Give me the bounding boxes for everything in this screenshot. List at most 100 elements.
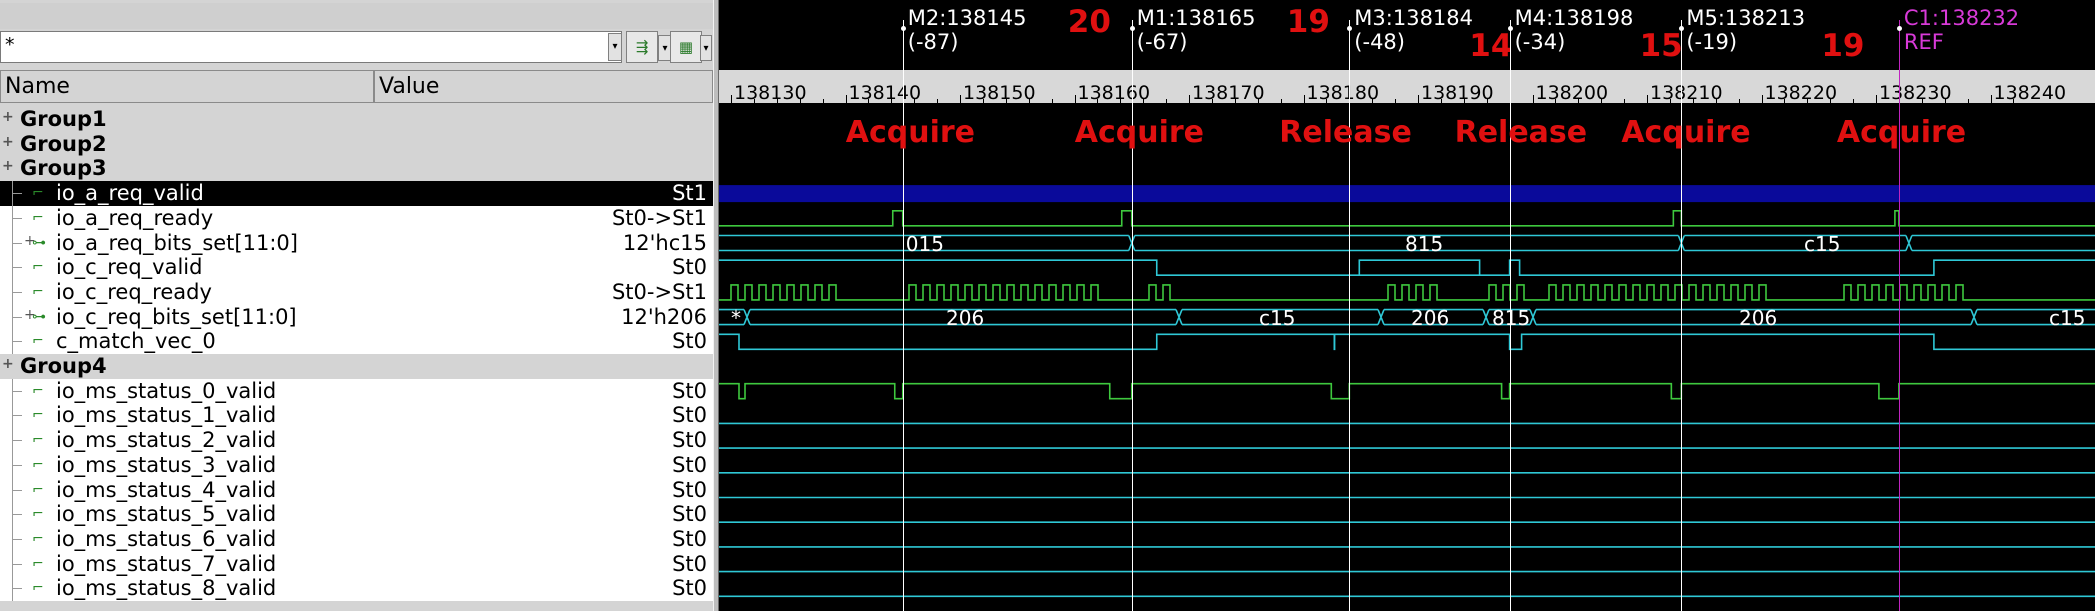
signal-value: St0 [672, 403, 707, 428]
tree-connector-icon: ⌐ [2, 452, 52, 478]
marker-handle-icon[interactable] [1507, 26, 1513, 31]
signal-row[interactable]: ⌐ io_c_req_ready St0->St1 [0, 279, 713, 305]
signal-row[interactable]: + ⊶ io_c_req_bits_set[11:0] 12'h206 [0, 304, 713, 330]
signal-name: io_ms_status_1_valid [56, 403, 277, 428]
bus-value-label: 815 [1492, 305, 1531, 330]
signal-value: St0 [672, 551, 707, 576]
signal-row[interactable]: ⌐ io_c_req_valid St0 [0, 255, 713, 281]
marker-handle-icon[interactable] [1896, 26, 1902, 31]
tree-dropdown-icon[interactable]: ▾ [700, 35, 712, 61]
wire-signal-icon: ⌐ [32, 185, 44, 202]
marker-label: M5:138213 (-19) [1686, 6, 1805, 54]
signal-row[interactable]: ⌐ io_ms_status_2_valid St0 [0, 428, 713, 454]
bus-value-label: 206 [1411, 305, 1450, 330]
transaction-annotation: Release [1454, 115, 1588, 150]
signal-row[interactable]: ⌐ io_a_req_ready St0->St1 [0, 205, 713, 231]
signal-value: St0 [672, 526, 707, 551]
group-row[interactable]: + Group1 [0, 107, 713, 132]
tree-connector-icon: ⌐ [2, 378, 52, 404]
tree-connector-icon: ⌐ [2, 428, 52, 454]
bus-value-label: c15 [1259, 305, 1296, 330]
signal-value: St1 [672, 181, 707, 206]
signal-row[interactable]: ⌐ io_a_req_valid St1 [0, 181, 713, 207]
signal-name: io_c_req_bits_set[11:0] [56, 304, 297, 329]
marker-count: 14 [1469, 28, 1513, 64]
marker-label: M2:138145 (-87) [908, 6, 1027, 54]
wire-signal-icon: ⌐ [32, 432, 44, 449]
signal-row[interactable]: ⌐ io_ms_status_6_valid St0 [0, 526, 713, 552]
marker-count: 19 [1821, 28, 1865, 64]
signal-name: io_a_req_ready [56, 205, 214, 230]
marker-count: 15 [1639, 28, 1683, 64]
transaction-annotation: Release [1279, 115, 1412, 150]
signal-value: St0 [672, 502, 707, 527]
value-column-header[interactable]: Value [374, 70, 713, 103]
marker-line[interactable] [1349, 20, 1351, 611]
cursor-line[interactable] [1898, 20, 1900, 611]
group-row[interactable]: + Group3 [0, 156, 713, 182]
name-column-header[interactable]: Name [0, 70, 374, 103]
expand-icon[interactable]: + [2, 135, 14, 149]
signal-name: io_c_req_ready [56, 279, 212, 304]
transaction-annotation: Acquire [1621, 115, 1751, 150]
marker-delta: (-19) [1686, 30, 1738, 54]
marker-handle-icon[interactable] [900, 26, 906, 31]
group-row[interactable]: + Group2 [0, 131, 713, 157]
signal-row[interactable]: ⌐ io_ms_status_4_valid St0 [0, 477, 713, 503]
signal-row[interactable]: ⌐ io_ms_status_7_valid St0 [0, 551, 713, 577]
cursor-label: C1:138232 REF [1904, 6, 2019, 54]
signal-name: io_c_req_valid [56, 255, 203, 280]
signal-value: 12'h206 [621, 304, 707, 329]
expand-icon[interactable]: + [2, 110, 14, 124]
signal-name: io_ms_status_5_valid [56, 502, 277, 527]
c-match-vec-wave [719, 333, 2095, 351]
marker-time: M1:138165 [1136, 6, 1256, 30]
marker-time: M5:138213 [1686, 6, 1806, 30]
bus-value-label: 206 [1739, 305, 1778, 330]
group-row[interactable]: + Group4 [0, 354, 713, 379]
signal-value: St0->St1 [611, 205, 707, 230]
marker-line[interactable] [1509, 20, 1511, 611]
wire-signal-icon: ⌐ [32, 506, 44, 523]
waveform-canvas[interactable] [719, 0, 2095, 611]
io-c-req-valid-wave [719, 259, 2095, 276]
signal-row[interactable]: ⌐ io_ms_status_8_valid St0 [0, 576, 713, 602]
marker-count: 19 [1286, 4, 1330, 40]
signal-filter-input[interactable]: * [0, 31, 622, 63]
signal-tree-icon[interactable]: ▦ [670, 31, 702, 63]
bus-value-label: c15 [2049, 305, 2086, 330]
marker-time: C1:138232 [1903, 6, 2020, 30]
marker-line[interactable] [1681, 20, 1683, 611]
signal-row[interactable]: ⌐ io_ms_status_5_valid St0 [0, 502, 713, 528]
waveform-format-icon[interactable]: ⇶ [626, 31, 658, 63]
expand-icon[interactable]: + [2, 159, 14, 173]
signal-name: io_ms_status_4_valid [56, 477, 277, 502]
signal-row[interactable]: ⌐ c_match_vec_0 St0 [0, 329, 713, 355]
marker-label: M1:138165 (-67) [1137, 6, 1256, 54]
filter-dropdown-icon[interactable]: ▾ [608, 33, 622, 61]
marker-time: M4:138198 [1514, 6, 1634, 30]
tree-connector-icon: ⌐ [2, 205, 52, 231]
wire-signal-icon: ⌐ [32, 481, 44, 498]
signal-row[interactable]: + ⊶ io_a_req_bits_set[11:0] 12'hc15 [0, 230, 713, 256]
expand-icon[interactable]: + [2, 357, 14, 371]
marker-time: M2:138145 [907, 6, 1027, 30]
signal-row[interactable]: ⌐ io_ms_status_3_valid St0 [0, 452, 713, 478]
signal-row[interactable]: ⌐ io_ms_status_1_valid St0 [0, 403, 713, 429]
cursor-ref: REF [1903, 30, 1944, 54]
marker-label: M3:138184 (-48) [1354, 6, 1473, 54]
signal-name: Group3 [20, 156, 107, 181]
signal-name: Group4 [20, 354, 107, 378]
marker-delta: (-48) [1354, 30, 1405, 54]
signal-row[interactable]: ⌐ io_ms_status_0_valid St0 [0, 378, 713, 404]
bus-value-label: 206 [946, 305, 985, 330]
marker-handle-icon[interactable] [1129, 26, 1135, 31]
signal-name: Group2 [20, 131, 107, 156]
signal-value: St0 [672, 378, 707, 403]
signal-value: St0 [672, 428, 707, 453]
marker-line[interactable] [1131, 20, 1133, 611]
bus-signal-icon: ⊶ [32, 308, 46, 325]
marker-label: M4:138198 (-34) [1515, 6, 1634, 54]
tree-connector-icon: + ⊶ [2, 230, 52, 256]
marker-line[interactable] [902, 20, 904, 611]
